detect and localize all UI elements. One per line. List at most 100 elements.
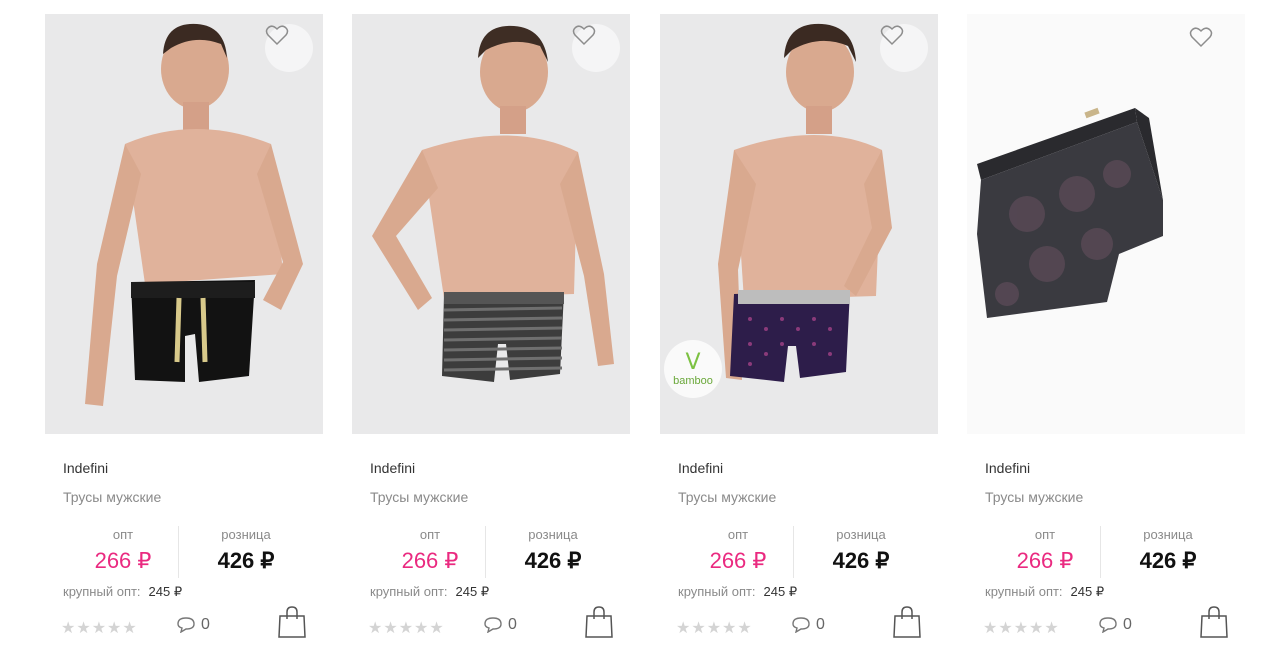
speech-bubble-icon bbox=[1099, 617, 1117, 633]
opt-price-column: опт 266 ₽ bbox=[73, 526, 173, 578]
price-divider bbox=[178, 526, 179, 578]
rating-stars[interactable]: ★ ★ ★ ★ ★ bbox=[61, 619, 137, 637]
product-title[interactable]: Трусы мужские bbox=[985, 489, 1083, 505]
opt-label: опт bbox=[1034, 527, 1056, 542]
comments-link[interactable]: 0 bbox=[1099, 616, 1132, 634]
heart-outline-icon bbox=[1189, 27, 1213, 48]
product-photo[interactable] bbox=[45, 14, 323, 434]
add-to-cart-button[interactable] bbox=[1199, 605, 1229, 639]
opt-price: 266 ₽ bbox=[94, 548, 152, 573]
comments-link[interactable]: 0 bbox=[484, 616, 517, 634]
rating-stars[interactable]: ★ ★ ★ ★ ★ bbox=[676, 619, 752, 637]
comments-link[interactable]: 0 bbox=[177, 616, 210, 634]
product-title[interactable]: Трусы мужские bbox=[370, 489, 468, 505]
product-photo[interactable]: V bamboo bbox=[660, 14, 938, 434]
bulk-price: крупный опт: 245 ₽ bbox=[678, 584, 797, 600]
comments-link[interactable]: 0 bbox=[792, 616, 825, 634]
favorite-button[interactable] bbox=[880, 24, 928, 72]
star-icon[interactable]: ★ bbox=[983, 619, 997, 637]
comments-count: 0 bbox=[508, 616, 517, 633]
star-icon[interactable]: ★ bbox=[122, 619, 136, 637]
opt-label: опт bbox=[419, 527, 441, 542]
opt-label: опт bbox=[112, 527, 134, 542]
opt-price-column: опт 266 ₽ bbox=[995, 526, 1095, 578]
product-brand[interactable]: Indefini bbox=[985, 460, 1030, 476]
rating-stars[interactable]: ★ ★ ★ ★ ★ bbox=[368, 619, 444, 637]
retail-price-column: розница 426 ₽ bbox=[191, 526, 301, 578]
price-block: опт 266 ₽ розница 426 ₽ bbox=[985, 526, 1225, 578]
product-flatlay-illustration bbox=[977, 107, 1163, 318]
bulk-label: крупный опт: bbox=[678, 584, 756, 599]
product-card[interactable]: Indefini Трусы мужские опт 266 ₽ розница… bbox=[967, 14, 1245, 664]
retail-price: 426 ₽ bbox=[524, 548, 582, 573]
bulk-value: 245 ₽ bbox=[148, 584, 183, 599]
bulk-label: крупный опт: bbox=[63, 584, 141, 599]
heart-outline-icon bbox=[880, 25, 904, 46]
opt-price: 266 ₽ bbox=[1016, 548, 1074, 573]
star-icon[interactable]: ★ bbox=[722, 619, 736, 637]
add-to-cart-button[interactable] bbox=[277, 605, 307, 639]
bulk-price: крупный опт: 245 ₽ bbox=[63, 584, 182, 600]
bamboo-leaf-icon: V bbox=[685, 349, 701, 375]
star-icon[interactable]: ★ bbox=[707, 619, 721, 637]
product-title[interactable]: Трусы мужские bbox=[63, 489, 161, 505]
star-icon[interactable]: ★ bbox=[429, 619, 443, 637]
product-card[interactable]: Indefini Трусы мужские опт 266 ₽ розница… bbox=[352, 14, 630, 664]
favorite-button[interactable] bbox=[1189, 26, 1237, 74]
star-icon[interactable]: ★ bbox=[107, 619, 121, 637]
heart-outline-icon bbox=[572, 25, 596, 46]
badge-label: bamboo bbox=[673, 374, 713, 387]
comments-count: 0 bbox=[201, 616, 210, 633]
star-icon[interactable]: ★ bbox=[92, 619, 106, 637]
star-icon[interactable]: ★ bbox=[737, 619, 751, 637]
product-photo[interactable] bbox=[967, 14, 1245, 434]
product-card[interactable]: Indefini Трусы мужские опт 266 ₽ розница… bbox=[45, 14, 323, 664]
favorite-button[interactable] bbox=[265, 24, 313, 72]
product-brand[interactable]: Indefini bbox=[63, 460, 108, 476]
star-icon[interactable]: ★ bbox=[676, 619, 690, 637]
retail-label: розница bbox=[221, 527, 271, 542]
star-icon[interactable]: ★ bbox=[1044, 619, 1058, 637]
bamboo-badge: V bamboo bbox=[664, 340, 722, 398]
product-title[interactable]: Трусы мужские bbox=[678, 489, 776, 505]
bulk-price: крупный опт: 245 ₽ bbox=[370, 584, 489, 600]
retail-label: розница bbox=[528, 527, 578, 542]
opt-price-column: опт 266 ₽ bbox=[380, 526, 480, 578]
opt-price: 266 ₽ bbox=[709, 548, 767, 573]
retail-label: розница bbox=[1143, 527, 1193, 542]
price-block: опт 266 ₽ розница 426 ₽ bbox=[678, 526, 918, 578]
favorite-button[interactable] bbox=[572, 24, 620, 72]
bulk-value: 245 ₽ bbox=[455, 584, 490, 599]
bulk-label: крупный опт: bbox=[370, 584, 448, 599]
model-illustration bbox=[372, 25, 614, 382]
star-icon[interactable]: ★ bbox=[1029, 619, 1043, 637]
retail-label: розница bbox=[836, 527, 886, 542]
model-illustration bbox=[85, 23, 303, 406]
speech-bubble-icon bbox=[484, 617, 502, 633]
add-to-cart-button[interactable] bbox=[892, 605, 922, 639]
star-icon[interactable]: ★ bbox=[383, 619, 397, 637]
price-divider bbox=[1100, 526, 1101, 578]
star-icon[interactable]: ★ bbox=[399, 619, 413, 637]
rating-stars[interactable]: ★ ★ ★ ★ ★ bbox=[983, 619, 1059, 637]
star-icon[interactable]: ★ bbox=[368, 619, 382, 637]
retail-price-column: розница 426 ₽ bbox=[498, 526, 608, 578]
shopping-bag-icon bbox=[585, 606, 613, 638]
star-icon[interactable]: ★ bbox=[998, 619, 1012, 637]
price-divider bbox=[793, 526, 794, 578]
star-icon[interactable]: ★ bbox=[414, 619, 428, 637]
star-icon[interactable]: ★ bbox=[691, 619, 705, 637]
add-to-cart-button[interactable] bbox=[584, 605, 614, 639]
price-block: опт 266 ₽ розница 426 ₽ bbox=[63, 526, 303, 578]
star-icon[interactable]: ★ bbox=[61, 619, 75, 637]
bulk-label: крупный опт: bbox=[985, 584, 1063, 599]
product-card[interactable]: V bamboo Indefini Трусы мужские опт 266 … bbox=[660, 14, 938, 664]
shopping-bag-icon bbox=[893, 606, 921, 638]
opt-price: 266 ₽ bbox=[401, 548, 459, 573]
star-icon[interactable]: ★ bbox=[1014, 619, 1028, 637]
retail-price: 426 ₽ bbox=[1139, 548, 1197, 573]
product-brand[interactable]: Indefini bbox=[370, 460, 415, 476]
product-brand[interactable]: Indefini bbox=[678, 460, 723, 476]
product-photo[interactable] bbox=[352, 14, 630, 434]
star-icon[interactable]: ★ bbox=[76, 619, 90, 637]
